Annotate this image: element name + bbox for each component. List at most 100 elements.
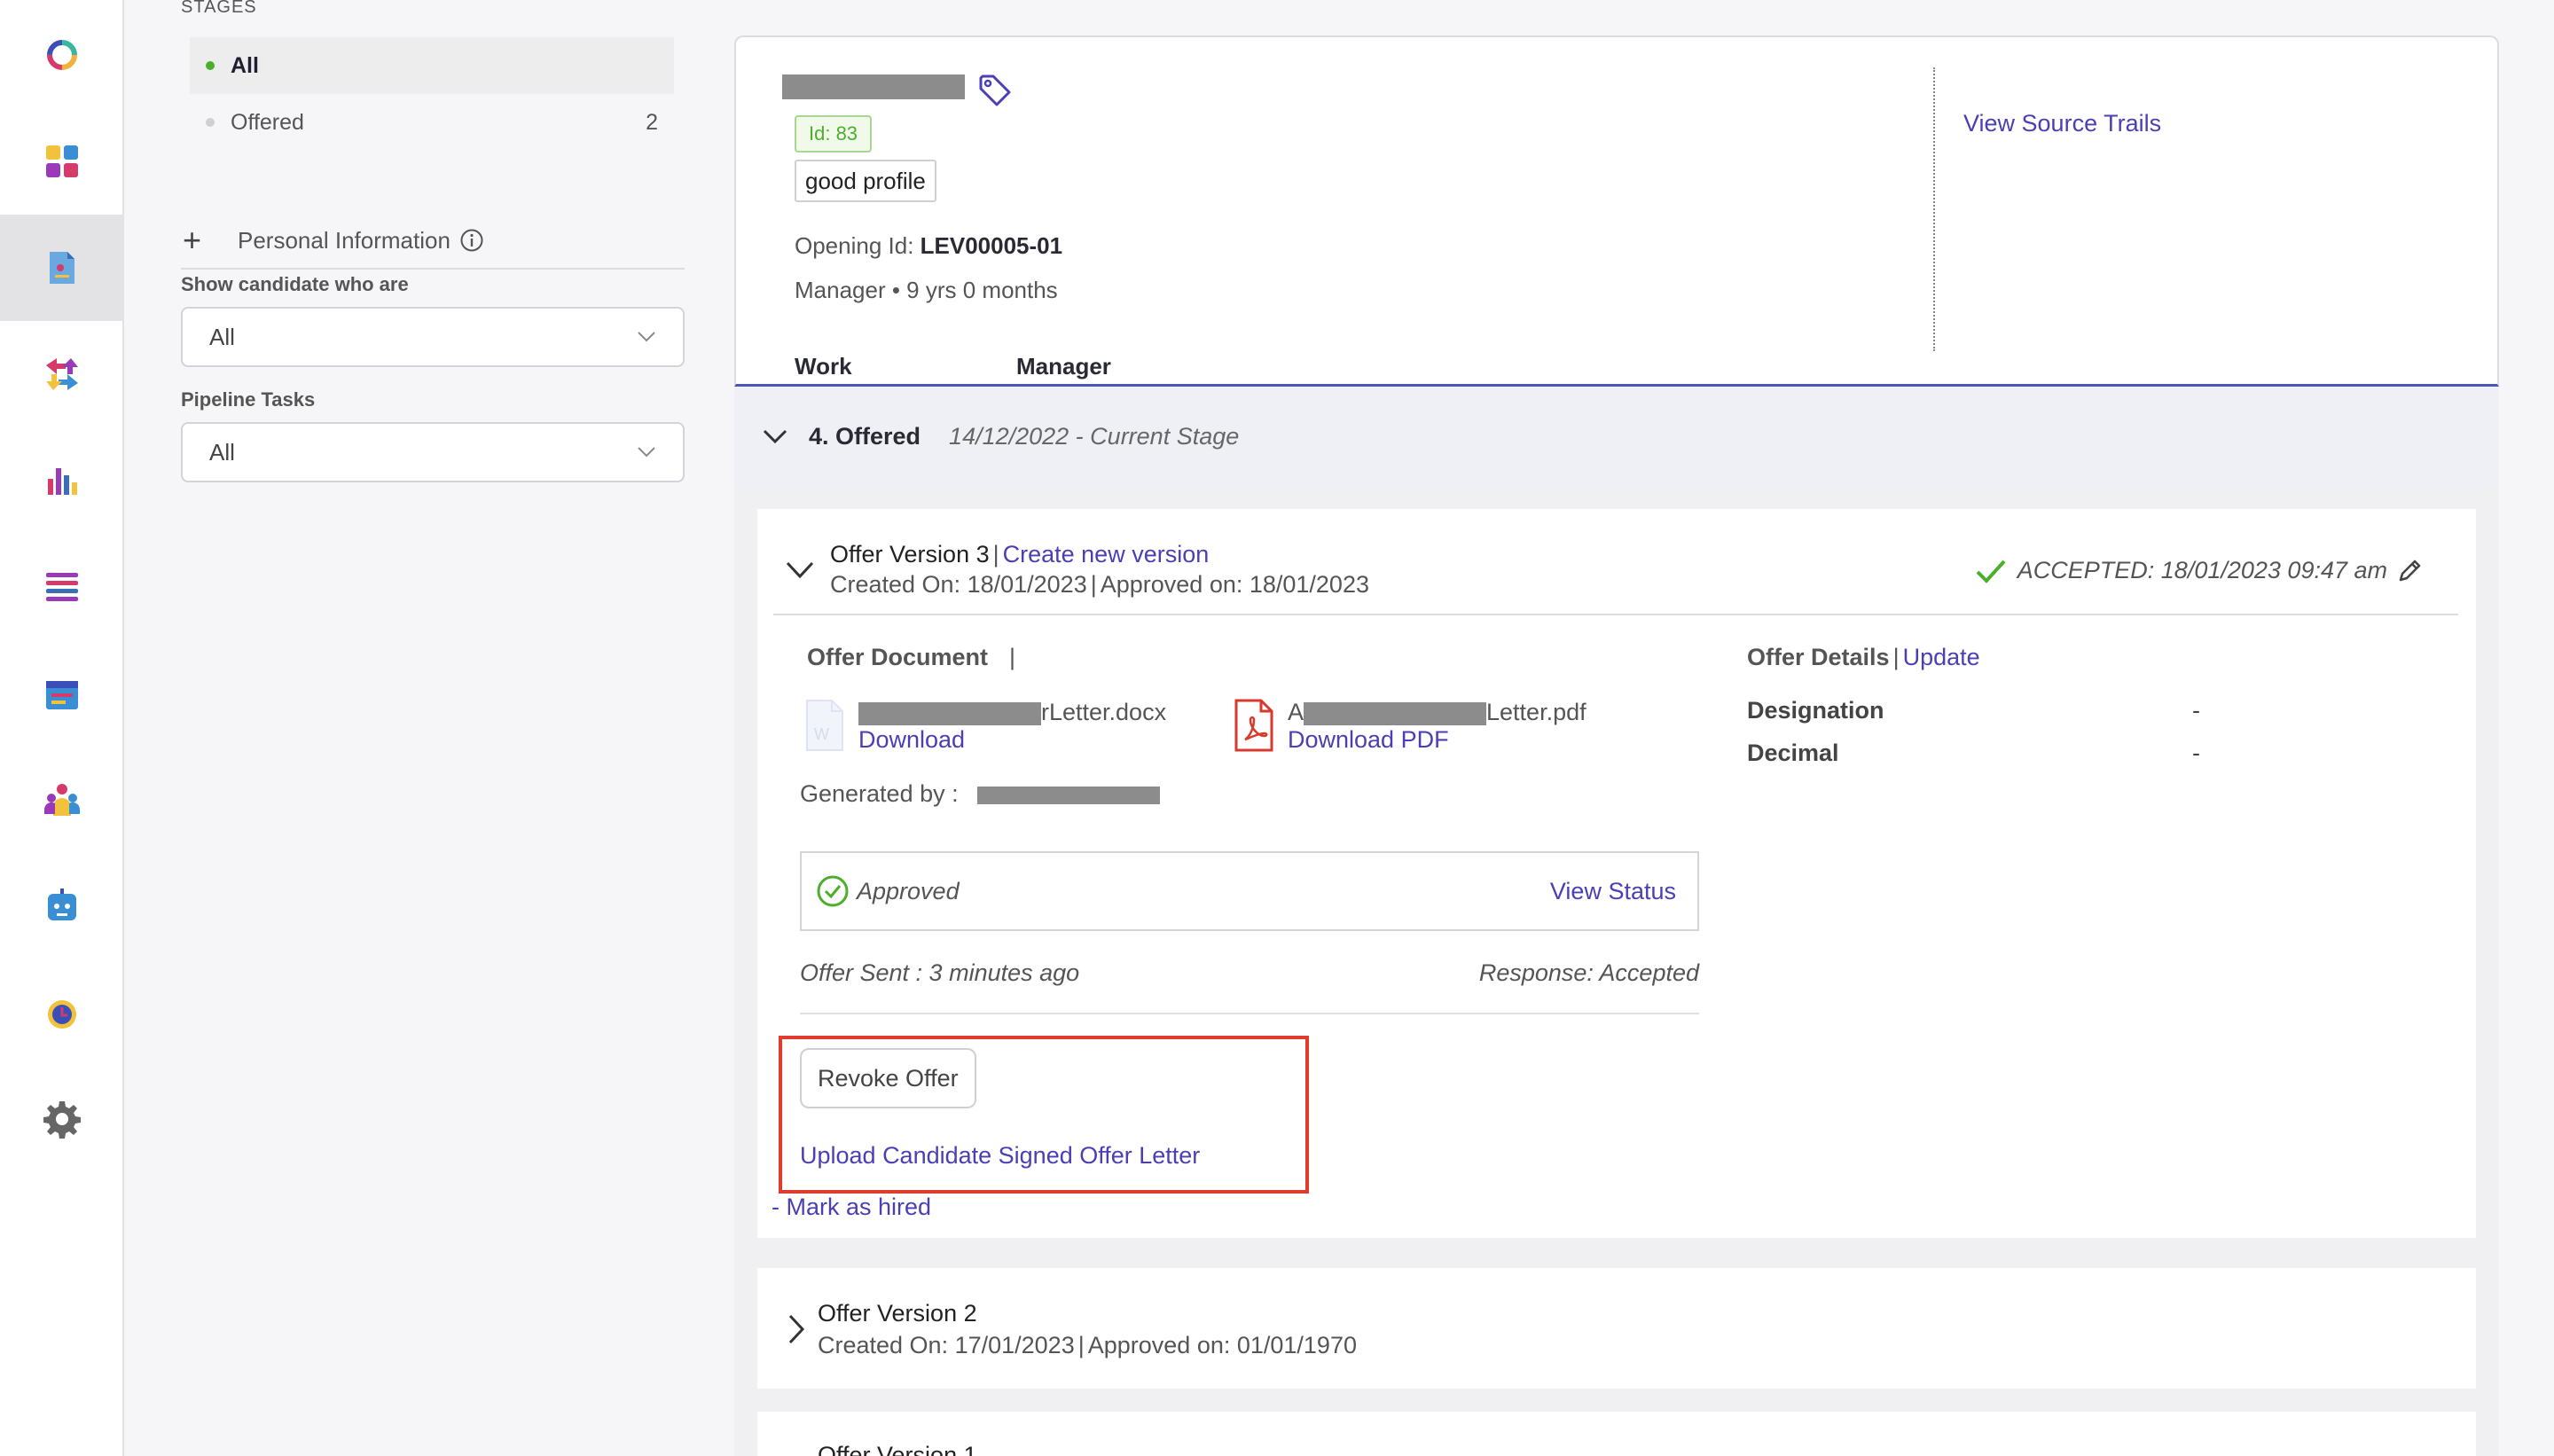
pipeline-tasks-value: All — [209, 438, 235, 466]
created-on: Created On: 17/01/2023 — [818, 1332, 1075, 1358]
offer-version-1-card[interactable]: Offer Version 1 — [757, 1412, 2476, 1456]
pdf-file-name: A Letter.pdf — [1288, 699, 1586, 726]
docx-file-suffix: rLetter.docx — [1041, 699, 1167, 725]
show-candidate-label: Show candidate who are — [181, 273, 409, 295]
stage-body: Offer Version 3 | Create new version Creat… — [734, 486, 2499, 1456]
chevron-down-icon — [638, 447, 655, 458]
vertical-divider — [1933, 67, 1935, 351]
chevron-right-icon — [788, 1314, 805, 1344]
experience-line: Manager • 9 yrs 0 months — [795, 277, 1058, 303]
docx-file-name: rLetter.docx — [858, 699, 1166, 726]
separator: | — [992, 541, 999, 568]
icon-rail — [0, 0, 124, 1456]
created-on: Created On: 18/01/2023 — [830, 571, 1087, 598]
mark-as-hired-link[interactable]: - Mark as hired — [772, 1194, 931, 1221]
candidate-id-badge: Id: 83 — [795, 115, 873, 153]
show-candidate-select[interactable]: All — [181, 307, 685, 367]
response-text: Response: Accepted — [1478, 959, 1699, 986]
offer-document-title: Offer Document | — [807, 644, 1015, 671]
word-file-icon: W — [806, 700, 843, 751]
chevron-down-icon[interactable] — [786, 560, 814, 580]
offer-version-1-label: Offer Version 1 — [818, 1442, 977, 1456]
upload-signed-offer-link[interactable]: Upload Candidate Signed Offer Letter — [800, 1142, 1200, 1170]
offer-details-label: Offer Details — [1747, 644, 1890, 670]
pdf-file-prefix: A — [1288, 699, 1304, 725]
chevron-down-icon — [763, 429, 787, 444]
offer-version-title: Offer Version 3 | Create new version — [830, 541, 1209, 568]
detail-value-decimal: - — [2192, 740, 2200, 766]
detail-label-designation: Designation — [1747, 697, 1884, 724]
tag-icon[interactable] — [977, 73, 1013, 108]
arrows-exchange-icon — [46, 358, 78, 390]
detail-label-decimal: Decimal — [1747, 740, 1839, 766]
rail-bot[interactable] — [0, 853, 124, 959]
rail-reports[interactable] — [0, 427, 124, 534]
list-icon — [46, 573, 78, 601]
alarm-clock-icon — [48, 1000, 76, 1029]
accepted-text: ACCEPTED: 18/01/2023 09:47 am — [2017, 557, 2387, 583]
stage-dot — [206, 61, 215, 70]
rail-candidates[interactable] — [0, 215, 124, 321]
bar-chart-icon — [48, 468, 77, 495]
show-candidate-value: All — [209, 323, 235, 350]
redacted-file-prefix — [858, 701, 1041, 725]
opening-id-value: LEV00005-01 — [920, 232, 1063, 259]
approved-on: Approved on: 18/01/2023 — [1100, 571, 1369, 598]
rail-logo[interactable] — [0, 2, 124, 108]
offer-version-2-label: Offer Version 2 — [818, 1300, 977, 1327]
stage-filter-all[interactable]: All — [190, 37, 674, 94]
view-status-link[interactable]: View Status — [1550, 878, 1676, 905]
rail-settings[interactable] — [0, 1066, 124, 1172]
offer-divider — [773, 614, 2458, 615]
info-icon[interactable] — [459, 228, 484, 253]
accepted-status: ACCEPTED: 18/01/2023 09:47 am — [1975, 557, 2423, 584]
stage-header[interactable]: 4. Offered 14/12/2022 - Current Stage — [734, 387, 2499, 486]
plus-icon: + — [183, 222, 202, 258]
pdf-file-suffix: Letter.pdf — [1486, 699, 1586, 725]
stages-heading: STAGES — [181, 0, 257, 17]
svg-text:W: W — [814, 725, 829, 743]
separator: | — [1090, 571, 1097, 598]
work-value: Manager — [1016, 353, 1111, 380]
rail-team[interactable] — [0, 747, 124, 853]
rail-reminders[interactable] — [0, 959, 124, 1066]
stage-label: Offered — [231, 109, 304, 135]
redacted-file-middle — [1304, 701, 1487, 725]
rail-transfer[interactable] — [0, 321, 124, 427]
create-new-version-link[interactable]: Create new version — [1003, 541, 1210, 568]
generated-by: Generated by : — [800, 780, 1161, 808]
offer-version-3-card: Offer Version 3 | Create new version Creat… — [757, 509, 2476, 1238]
robot-icon — [48, 888, 76, 920]
pdf-download-link[interactable]: Download PDF — [1288, 726, 1586, 754]
opening-id-label: Opening Id: — [795, 232, 921, 259]
separator: | — [1009, 644, 1016, 670]
offer-document-label: Offer Document — [807, 644, 989, 670]
opening-id: Opening Id: LEV00005-01 — [795, 232, 1062, 260]
calendar-icon — [46, 681, 78, 709]
rail-lists[interactable] — [0, 534, 124, 640]
work-label: Work — [795, 353, 852, 380]
stage-filter-offered[interactable]: Offered 2 — [190, 94, 674, 151]
docx-download-link[interactable]: Download — [858, 726, 1166, 754]
checkmark-icon — [1976, 560, 2006, 583]
pdf-file-icon — [1234, 699, 1273, 752]
pipeline-tasks-select[interactable]: All — [181, 422, 685, 482]
update-details-link[interactable]: Update — [1903, 644, 1980, 670]
detail-value-designation: - — [2192, 697, 2200, 724]
stage-count: 2 — [646, 109, 658, 135]
pencil-icon[interactable] — [2396, 558, 2423, 584]
revoke-offer-button[interactable]: Revoke Offer — [800, 1048, 976, 1108]
redacted-candidate-name — [782, 74, 965, 99]
rail-calendar[interactable] — [0, 640, 124, 747]
redacted-generator-name — [977, 786, 1161, 804]
filter-panel: STAGES All Offered 2 + Personal Informat… — [124, 0, 709, 1456]
approved-on: Approved on: 01/01/1970 — [1087, 1332, 1357, 1358]
offer-dates: Created On: 18/01/2023 | Approved on: 18/0… — [830, 571, 1369, 599]
personal-information-toggle[interactable]: + Personal Information — [181, 213, 685, 270]
offer-version-2-card[interactable]: Offer Version 2 Created On: 17/01/2023 | A… — [757, 1268, 2476, 1389]
actions-divider — [800, 1013, 1699, 1014]
pdf-document: A Letter.pdf Download PDF — [1233, 699, 1586, 754]
view-source-trails-link[interactable]: View Source Trails — [1963, 110, 2161, 137]
stage-dot — [206, 118, 215, 127]
rail-dashboard[interactable] — [0, 108, 124, 215]
